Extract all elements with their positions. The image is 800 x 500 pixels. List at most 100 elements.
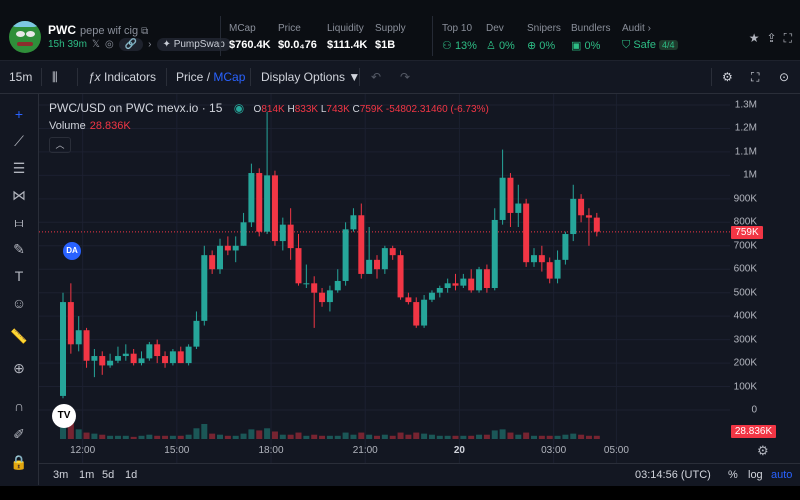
lock-drawings-icon[interactable]: ✐ (9, 424, 29, 444)
indicators-button[interactable]: ƒx Indicators (88, 70, 156, 84)
range-3m[interactable]: 3m (53, 469, 68, 481)
display-options-button[interactable]: Display Options ▼ (261, 70, 360, 84)
axis-settings-icon[interactable]: ⚙ (757, 443, 769, 459)
zoom-in-icon[interactable]: ⊕ (9, 358, 29, 378)
candle-down[interactable] (130, 349, 137, 366)
candle-up[interactable] (75, 316, 82, 352)
price-axis[interactable]: 1.3M 1.2M 1.1M 1M 900K 800K 700K 600K 500K 400K 30… (730, 94, 800, 439)
candle-up[interactable] (114, 346, 121, 364)
log-toggle[interactable]: log (748, 469, 763, 481)
candle-up[interactable] (303, 264, 310, 288)
candle-down[interactable] (452, 273, 459, 291)
candle-up[interactable] (499, 149, 506, 225)
candle-up[interactable] (201, 245, 208, 326)
settings-gear-icon[interactable]: ⚙ (722, 70, 733, 84)
x-social-icon[interactable]: 𝕏 (92, 39, 100, 50)
candle-up[interactable] (436, 285, 443, 298)
trend-line-icon[interactable]: ⟋ (9, 131, 29, 151)
collapse-legend-button[interactable]: ︿ (49, 137, 71, 153)
horizontal-lines-icon[interactable]: ☰ (9, 158, 29, 178)
globe-icon[interactable]: ◎ (105, 39, 114, 50)
candle-down[interactable] (546, 257, 553, 284)
stat-audit[interactable]: Audit › ⛉ Safe 4/4 (622, 23, 678, 52)
candle-style-icon[interactable]: ⫼ (52, 70, 58, 85)
candle-up[interactable] (326, 285, 333, 312)
candle-up[interactable] (169, 349, 176, 366)
candle-down[interactable] (67, 283, 74, 354)
candle-down[interactable] (468, 269, 475, 293)
candle-up[interactable] (515, 184, 522, 227)
link-pill[interactable]: 🔗 (118, 38, 144, 51)
candle-up[interactable] (107, 353, 114, 368)
candle-up[interactable] (350, 208, 357, 232)
text-tool-icon[interactable]: T (9, 266, 29, 286)
visibility-eye-icon[interactable]: ◉ (234, 101, 244, 115)
candle-down[interactable] (295, 234, 302, 286)
candlestick-chart[interactable] (39, 94, 800, 463)
candle-down[interactable] (507, 173, 514, 227)
candle-down[interactable] (224, 236, 231, 256)
ruler-icon[interactable]: 📏 (9, 326, 29, 346)
candle-up[interactable] (334, 269, 341, 293)
candle-up[interactable] (531, 248, 537, 267)
candle-up[interactable] (554, 250, 561, 284)
magnet-icon[interactable]: ∩ (9, 396, 29, 416)
candle-up[interactable] (444, 278, 451, 293)
fullscreen-icon[interactable]: ⛶ (751, 70, 759, 85)
candle-up[interactable] (342, 222, 349, 286)
candle-up[interactable] (460, 273, 467, 288)
candle-up[interactable] (264, 112, 271, 235)
candle-up[interactable] (146, 341, 153, 361)
candle-up[interactable] (491, 208, 498, 291)
candle-up[interactable] (476, 266, 483, 293)
candle-down[interactable] (256, 168, 263, 237)
candle-down[interactable] (523, 198, 530, 267)
emoji-icon[interactable]: ☺ (9, 293, 29, 313)
candle-down[interactable] (397, 250, 404, 300)
candle-down[interactable] (593, 212, 600, 237)
candle-up[interactable] (570, 184, 577, 242)
candle-up[interactable] (240, 212, 247, 246)
redo-icon[interactable]: ↷ (400, 70, 410, 84)
candle-down[interactable] (177, 346, 184, 364)
token-avatar[interactable] (9, 21, 41, 53)
fib-icon[interactable]: ⧦ (9, 212, 29, 232)
lock-icon[interactable]: 🔒 (9, 452, 29, 472)
candle-up[interactable] (60, 292, 66, 399)
candle-down[interactable] (358, 203, 365, 279)
copy-icon[interactable]: ⧉ (141, 26, 148, 37)
auto-toggle[interactable]: auto (771, 469, 792, 481)
percent-toggle[interactable]: % (728, 469, 738, 481)
candle-up[interactable] (421, 295, 428, 328)
pattern-icon[interactable]: ⋈ (9, 185, 29, 205)
candle-down[interactable] (271, 170, 278, 246)
star-icon[interactable]: ★ (749, 31, 760, 46)
interval-button[interactable]: 15m (9, 70, 32, 84)
candle-up[interactable] (366, 227, 373, 274)
range-1m[interactable]: 1m (79, 469, 94, 481)
candle-up[interactable] (217, 238, 223, 274)
brush-icon[interactable]: ✎ (9, 239, 29, 259)
candle-up[interactable] (428, 290, 435, 303)
candle-down[interactable] (99, 351, 106, 375)
candle-up[interactable] (193, 311, 200, 349)
candle-down[interactable] (311, 276, 318, 328)
candle-up[interactable] (248, 163, 255, 227)
candle-down[interactable] (83, 327, 90, 368)
camera-icon[interactable]: ⊙ (779, 70, 789, 84)
candle-down[interactable] (389, 245, 396, 260)
utc-clock[interactable]: 03:14:56 (UTC) (635, 469, 711, 481)
candle-down[interactable] (162, 351, 169, 368)
chart-pane[interactable] (39, 94, 800, 463)
candle-up[interactable] (232, 236, 239, 263)
time-axis[interactable]: 12:00 15:00 18:00 21:00 20 03:00 05:00 (39, 439, 729, 461)
candle-down[interactable] (413, 297, 420, 328)
dev-action-marker[interactable]: DA (63, 242, 81, 260)
candle-down[interactable] (585, 208, 592, 246)
candle-up[interactable] (122, 344, 129, 361)
candle-down[interactable] (538, 245, 545, 272)
crosshair-icon[interactable]: + (9, 104, 29, 124)
candle-up[interactable] (562, 231, 569, 265)
price-mcap-toggle[interactable]: Price / MCap (176, 70, 245, 84)
candle-up[interactable] (185, 344, 192, 366)
